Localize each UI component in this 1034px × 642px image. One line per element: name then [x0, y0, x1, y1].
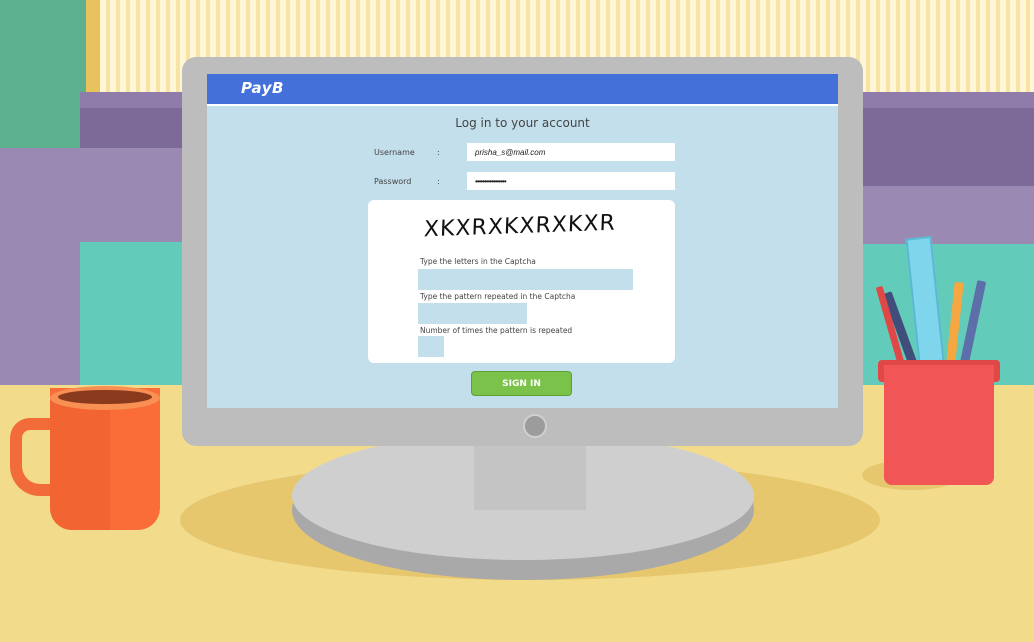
pen-holder — [884, 365, 994, 485]
green-panel — [0, 0, 86, 148]
app-logo: PayB — [241, 79, 284, 97]
mug-shade — [50, 400, 110, 530]
sofa-right — [860, 186, 1034, 244]
captcha-letters-label: Type the letters in the Captcha — [420, 257, 536, 266]
username-field[interactable] — [467, 143, 675, 161]
captcha-count-label: Number of times the pattern is repeated — [420, 326, 573, 335]
captcha-card: XKXRXKXRXKXR Type the letters in the Cap… — [368, 200, 675, 363]
monitor-power-button — [523, 414, 547, 438]
header-bar: PayB — [207, 74, 838, 106]
captcha-pattern-input[interactable] — [418, 303, 527, 324]
username-label: Username — [374, 148, 415, 157]
captcha-pattern-label: Type the pattern repeated in the Captcha — [420, 292, 576, 301]
password-label: Password — [374, 177, 412, 186]
page-title: Log in to your account — [455, 116, 590, 130]
coffee — [58, 390, 152, 404]
password-field[interactable] — [467, 172, 675, 190]
password-colon: : — [437, 177, 440, 186]
captcha-letters-input[interactable] — [418, 269, 633, 290]
captcha-image: XKXRXKXRXKXR — [423, 210, 617, 243]
username-colon: : — [437, 148, 440, 157]
monitor-neck — [474, 446, 586, 510]
sign-in-button[interactable]: SIGN IN — [471, 371, 572, 396]
captcha-count-input[interactable] — [418, 336, 444, 357]
login-screen: PayB Log in to your account Username : P… — [207, 74, 838, 408]
